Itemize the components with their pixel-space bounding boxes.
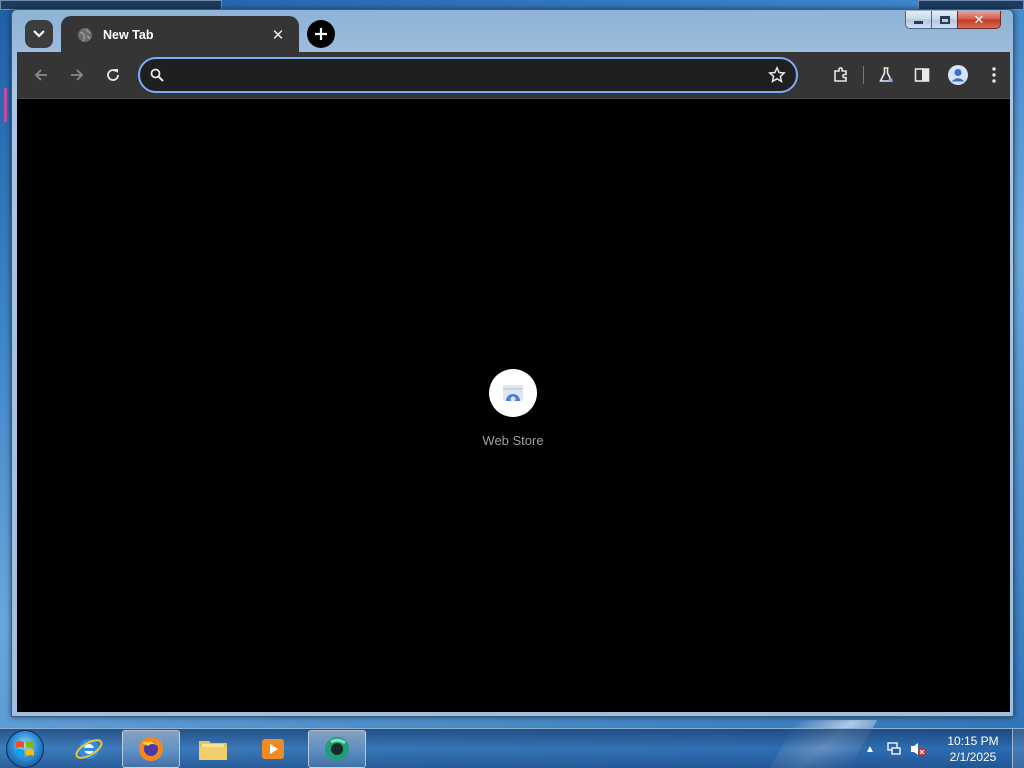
tab-search-button[interactable]	[25, 20, 53, 48]
browser-window: ✕ New Tab ✕ Web Store	[11, 9, 1014, 717]
start-button[interactable]	[6, 730, 44, 768]
minimize-button[interactable]	[905, 11, 931, 29]
system-tray: ▲ 10:15 PM 2/1/2025	[858, 729, 1024, 768]
chrome-icon	[325, 737, 349, 761]
network-icon[interactable]	[884, 739, 904, 759]
shortcut-label: Web Store	[482, 433, 544, 448]
labs-icon	[879, 67, 893, 82]
profile-icon	[948, 65, 968, 85]
address-input[interactable]	[172, 67, 768, 83]
close-icon: ✕	[973, 11, 985, 27]
globe-icon	[78, 28, 92, 42]
taskbar-firefox[interactable]	[122, 730, 180, 768]
window-controls: ✕	[905, 11, 1001, 29]
windows-logo-icon	[16, 741, 34, 756]
maximize-button[interactable]	[931, 11, 957, 29]
taskbar-chrome[interactable]	[308, 730, 366, 768]
minimize-icon	[914, 21, 923, 24]
new-tab-button[interactable]	[307, 20, 335, 48]
back-button[interactable]	[27, 61, 55, 89]
tab-new-tab[interactable]: New Tab ✕	[61, 16, 299, 54]
taskbar: ▲ 10:15 PM 2/1/2025	[0, 728, 1024, 768]
toolbar-right-actions	[827, 61, 1010, 89]
reload-button[interactable]	[99, 61, 127, 89]
plus-icon	[315, 28, 327, 40]
maximize-icon	[939, 15, 950, 24]
side-panel-button[interactable]	[908, 61, 936, 89]
show-hidden-icons-button[interactable]: ▲	[860, 739, 880, 759]
desktop-edge-highlight	[4, 88, 7, 122]
search-icon	[150, 68, 164, 82]
volume-muted-icon[interactable]	[908, 739, 928, 759]
web-store-icon	[489, 369, 537, 417]
show-desktop-button[interactable]	[1012, 729, 1024, 768]
reload-icon	[107, 69, 119, 81]
file-explorer-icon	[199, 741, 227, 760]
labs-button[interactable]	[872, 61, 900, 89]
internet-explorer-icon	[75, 739, 103, 759]
taskbar-file-explorer[interactable]	[184, 730, 242, 768]
clock-time: 10:15 PM	[947, 734, 999, 748]
close-window-button[interactable]: ✕	[957, 11, 1001, 29]
shortcut-web-store[interactable]: Web Store	[463, 369, 563, 448]
star-icon[interactable]	[768, 66, 786, 84]
tab-title: New Tab	[103, 28, 154, 42]
clock[interactable]: 10:15 PM 2/1/2025	[938, 733, 1008, 765]
firefox-icon	[139, 737, 163, 761]
toolbar-divider	[863, 66, 864, 84]
clock-date: 2/1/2025	[949, 750, 997, 764]
profile-button[interactable]	[944, 61, 972, 89]
taskbar-internet-explorer[interactable]	[60, 730, 118, 768]
new-tab-page: Web Store	[17, 98, 1010, 712]
menu-button[interactable]	[980, 61, 1008, 89]
taskbar-media-player[interactable]	[244, 730, 302, 768]
menu-icon	[992, 67, 996, 83]
address-bar[interactable]	[138, 57, 798, 93]
media-player-icon	[262, 739, 284, 759]
tab-strip: New Tab ✕	[17, 12, 897, 54]
forward-icon	[71, 69, 84, 81]
extensions-button[interactable]	[827, 61, 855, 89]
chevron-down-icon	[33, 30, 45, 38]
forward-button[interactable]	[63, 61, 91, 89]
side-panel-icon	[914, 68, 930, 82]
toolbar	[17, 52, 1010, 98]
tab-close-button[interactable]: ✕	[269, 26, 287, 44]
back-icon	[34, 69, 47, 81]
extensions-icon	[834, 67, 847, 82]
